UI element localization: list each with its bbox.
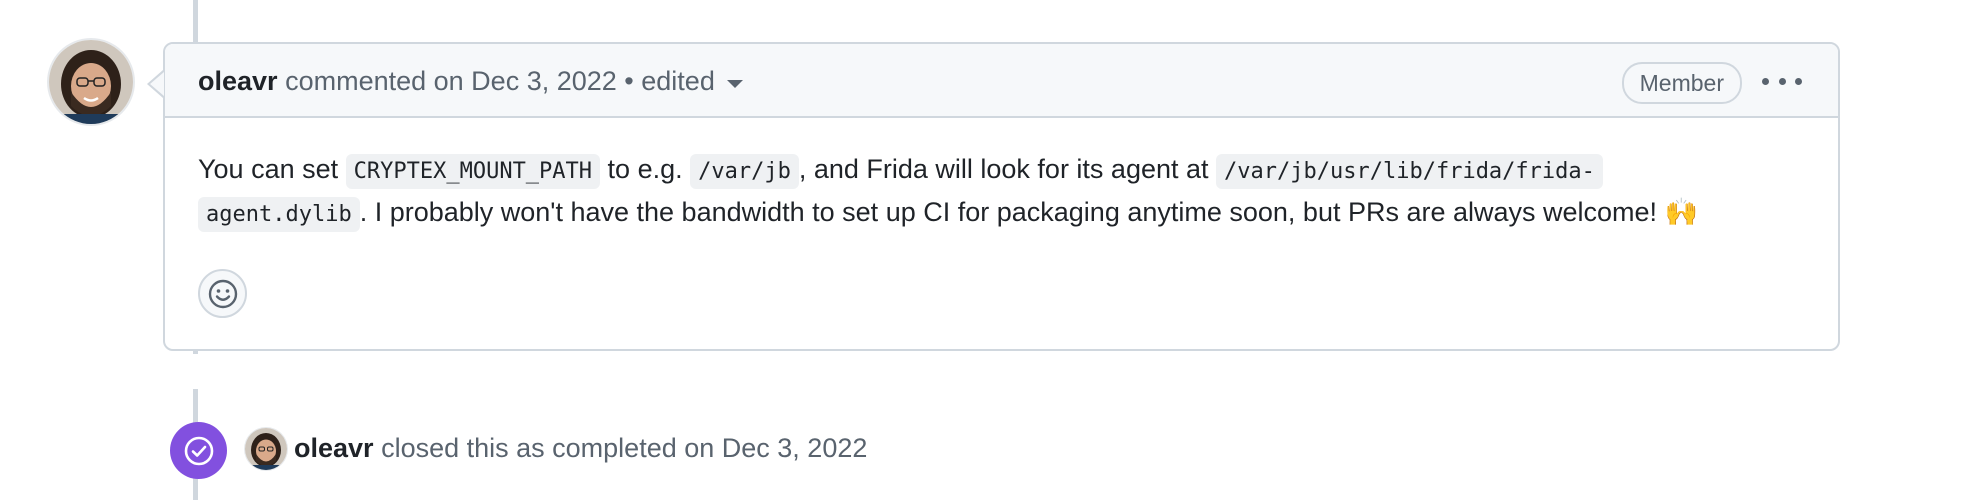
timeline-gap: [188, 354, 204, 389]
inline-code-agent-path-part2: agent.dylib: [198, 197, 360, 232]
closed-event-text: oleavr closed this as completed on Dec 3…: [294, 432, 867, 464]
member-badge: Member: [1621, 62, 1742, 104]
comment-author-link[interactable]: oleavr: [198, 66, 278, 96]
inline-code-mount-path: CRYPTEX_MOUNT_PATH: [345, 154, 601, 189]
issue-timeline: oleavr commented on Dec 3, 2022 • edited…: [0, 0, 1964, 500]
event-author-avatar[interactable]: [245, 428, 287, 470]
raising-hands-emoji: 🙌: [1664, 197, 1699, 228]
body-text: . I probably won't have the bandwidth to…: [359, 197, 1665, 227]
edited-label: edited: [641, 66, 715, 96]
separator-dot: •: [624, 66, 634, 96]
body-text: to e.g.: [600, 154, 691, 184]
comment-header: oleavr commented on Dec 3, 2022 • edited…: [165, 44, 1838, 118]
body-text: , and Frida will look for its agent at: [798, 154, 1217, 184]
event-description: closed this as completed on Dec 3, 2022: [381, 433, 868, 463]
comment-card: oleavr commented on Dec 3, 2022 • edited…: [163, 42, 1840, 351]
event-author-link[interactable]: oleavr: [294, 433, 374, 463]
edited-dropdown[interactable]: edited: [641, 66, 743, 96]
body-text: You can set: [198, 154, 346, 184]
inline-code-var-jb: /var/jb: [690, 154, 799, 189]
add-reaction-button[interactable]: [198, 269, 247, 318]
smiley-icon: [208, 279, 237, 308]
comment-timestamp[interactable]: commented on Dec 3, 2022: [285, 66, 617, 96]
comment-header-text: oleavr commented on Dec 3, 2022 • edited: [198, 65, 743, 97]
inline-code-agent-path-part1: /var/jb/usr/lib/frida/frida-: [1216, 154, 1603, 189]
comment-pointer-fill: [150, 72, 164, 96]
comment-author-avatar[interactable]: [49, 40, 133, 124]
check-circle-icon: [184, 436, 213, 465]
comment-body: You can set CRYPTEX_MOUNT_PATH to e.g. /…: [198, 149, 1818, 235]
kebab-horizontal-icon[interactable]: [1762, 66, 1802, 96]
closed-event-badge: [170, 422, 227, 479]
caret-down-icon: [726, 79, 743, 88]
